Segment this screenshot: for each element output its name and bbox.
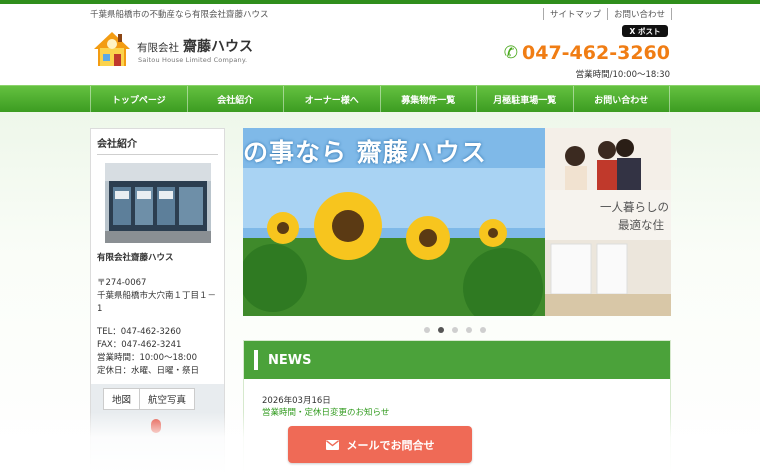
site-tagline: 千葉県船橋市の不動産なら有限会社齋藤ハウス xyxy=(90,10,269,20)
map-tab-satellite[interactable]: 航空写真 xyxy=(140,389,194,409)
slider-dot[interactable] xyxy=(438,327,444,333)
slide-caption: の事なら 齋藤ハウス xyxy=(243,138,487,167)
nav-item-contact[interactable]: お問い合わせ xyxy=(572,86,670,112)
site-logo[interactable]: 有限会社 齋藤ハウス Saitou House Limited Company. xyxy=(92,30,253,70)
mail-contact-button[interactable]: メールでお問合せ xyxy=(288,426,472,463)
company-name: 有限会社齋藤ハウス xyxy=(97,253,174,263)
address-line: 〒274-0067 xyxy=(97,278,147,288)
storefront-photo xyxy=(104,163,211,243)
sidebar-title: 会社紹介 xyxy=(97,135,218,155)
preview-text: 一人暮らしの 最適な住 xyxy=(600,198,669,234)
slider-dot[interactable] xyxy=(424,327,430,333)
mail-icon xyxy=(325,439,339,450)
logo-prefix: 有限会社 xyxy=(137,42,179,54)
hero-slider[interactable]: の事なら 齋藤ハウス 一人暮らしの 最適な住 xyxy=(243,128,671,316)
logo-english: Saitou House Limited Company. xyxy=(138,56,248,64)
sitemap-link[interactable]: サイトマップ xyxy=(542,8,607,20)
business-hours: 営業時間/10:00～18:30 xyxy=(575,70,670,80)
contact-line: TEL：047-462-3260 xyxy=(97,327,182,337)
logo-name: 齋藤ハウス xyxy=(183,39,253,55)
next-slide-preview: 一人暮らしの 最適な住 xyxy=(545,128,671,316)
map-tab-map[interactable]: 地図 xyxy=(104,389,141,409)
company-contact: TEL：047-462-3260 FAX：047-462-3241 営業時間：1… xyxy=(97,326,218,378)
phone-icon: ✆ xyxy=(503,43,519,63)
contact-line: FAX：047-462-3241 xyxy=(97,340,182,350)
phone-number[interactable]: ✆ 047-462-3260 xyxy=(504,42,670,64)
slider-dot[interactable] xyxy=(466,327,472,333)
logo-text: 有限会社 齋藤ハウス xyxy=(137,36,253,56)
house-logo-icon xyxy=(94,32,130,66)
address-line: 1 xyxy=(97,304,103,314)
contact-line: 営業時間：10:00～18:00 xyxy=(97,353,197,363)
news-heading: NEWS xyxy=(268,352,312,368)
news-header: NEWS xyxy=(244,341,670,379)
top-links: サイトマップ お問い合わせ xyxy=(542,8,672,20)
phone-text: 047-462-3260 xyxy=(522,42,670,64)
company-address: 〒274-0067 千葉県船橋市大穴南１丁目１－ 1 xyxy=(97,277,218,316)
slider-dots xyxy=(424,327,486,333)
address-line: 千葉県船橋市大穴南１丁目１－ xyxy=(97,291,217,301)
nav-item-company[interactable]: 会社紹介 xyxy=(186,86,284,112)
slider-dot[interactable] xyxy=(452,327,458,333)
map-type-tabs: 地図 航空写真 xyxy=(103,388,196,410)
mail-button-label: メールでお問合せ xyxy=(346,438,435,452)
nav-item-listings[interactable]: 募集物件一覧 xyxy=(379,86,477,112)
slider-dot[interactable] xyxy=(480,327,486,333)
preview-text-line: 一人暮らしの xyxy=(600,200,669,214)
nav-item-owners[interactable]: オーナー様へ xyxy=(283,86,380,112)
contact-link[interactable]: お問い合わせ xyxy=(606,8,672,20)
nav-item-parking[interactable]: 月極駐車場一覧 xyxy=(476,86,573,112)
news-header-bar xyxy=(254,350,258,370)
x-post-button[interactable]: X ポスト xyxy=(622,25,668,37)
contact-line: 定休日：水曜、日曜・祭日 xyxy=(97,366,200,376)
nav-item-top[interactable]: トップページ xyxy=(90,86,187,112)
top-accent-bar xyxy=(0,0,760,4)
main-nav: トップページ 会社紹介 オーナー様へ 募集物件一覧 月極駐車場一覧 お問い合わせ xyxy=(0,85,760,112)
preview-text-line: 最適な住 xyxy=(618,218,664,232)
news-date: 2026年03月16日 xyxy=(262,396,331,406)
